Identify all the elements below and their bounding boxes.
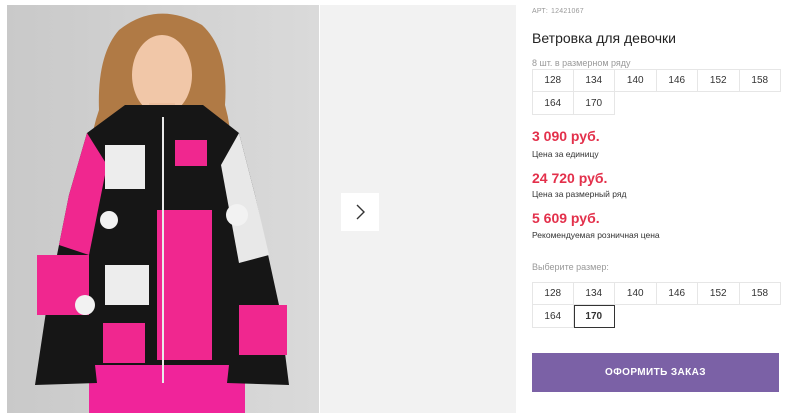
size-row-cell: 170: [573, 92, 615, 115]
gallery-next-button[interactable]: [341, 193, 379, 231]
size-picker: 128 134 140 146 152 158 164 170: [532, 282, 781, 328]
choose-size-hint: Выберите размер:: [532, 262, 609, 272]
size-option[interactable]: 170: [573, 305, 615, 328]
product-info: АРТ: 12421067 Ветровка для девочки 8 шт. …: [532, 0, 782, 413]
size-option[interactable]: 158: [739, 282, 781, 305]
size-row-price: 24 720 руб.: [532, 170, 608, 186]
size-row-cell: 140: [615, 69, 657, 92]
size-row-cell: 134: [573, 69, 615, 92]
size-row-price-label: Цена за размерный ряд: [532, 189, 627, 199]
size-option[interactable]: 140: [615, 282, 657, 305]
size-option[interactable]: 164: [532, 305, 574, 328]
product-title: Ветровка для девочки: [532, 30, 676, 46]
article-number: АРТ: 12421067: [532, 8, 584, 15]
size-option[interactable]: 134: [573, 282, 615, 305]
place-order-button[interactable]: ОФОРМИТЬ ЗАКАЗ: [532, 353, 779, 392]
retail-price: 5 609 руб.: [532, 210, 600, 226]
retail-price-label: Рекомендуемая розничная цена: [532, 230, 660, 240]
article-label: АРТ:: [532, 8, 549, 15]
chevron-right-icon: [356, 204, 365, 220]
product-gallery: [0, 0, 516, 413]
product-photo[interactable]: [7, 5, 319, 413]
size-row-cell: 164: [532, 92, 574, 115]
size-row-cell: 128: [532, 69, 574, 92]
size-option[interactable]: 146: [656, 282, 698, 305]
unit-price-label: Цена за единицу: [532, 149, 599, 159]
size-row-cell: 158: [739, 69, 781, 92]
size-row-cell: 146: [656, 69, 698, 92]
size-option[interactable]: 152: [698, 282, 740, 305]
size-row-grid: 128 134 140 146 152 158 164 170: [532, 69, 781, 115]
product-photo-image: [7, 5, 319, 413]
unit-price: 3 090 руб.: [532, 128, 600, 144]
size-option[interactable]: 128: [532, 282, 574, 305]
size-row-hint: 8 шт. в размерном ряду: [532, 58, 631, 68]
article-value: 12421067: [551, 8, 584, 15]
size-row-cell: 152: [698, 69, 740, 92]
